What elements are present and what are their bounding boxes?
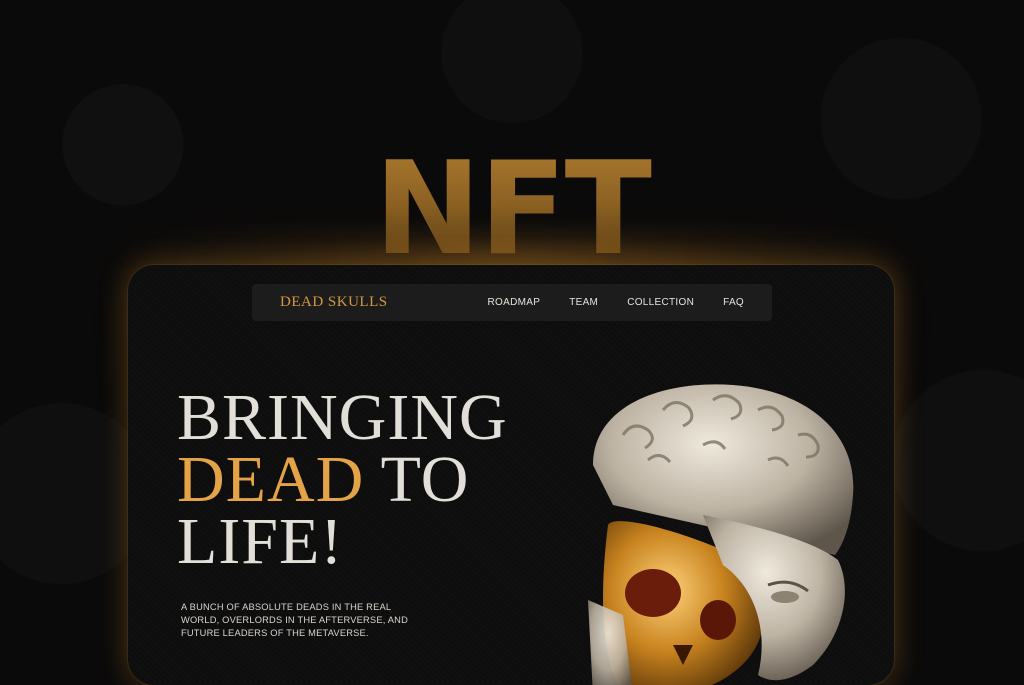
website-mockup: DEAD SKULLS ROADMAP TEAM COLLECTION FAQ … <box>128 265 894 685</box>
nav-link-roadmap[interactable]: ROADMAP <box>488 297 541 308</box>
nav-link-team[interactable]: TEAM <box>569 297 598 308</box>
hero-tagline: A BUNCH OF ABSOLUTE DEADS IN THE REAL WO… <box>181 602 409 638</box>
navbar: DEAD SKULLS ROADMAP TEAM COLLECTION FAQ <box>252 284 772 321</box>
statue-skull-image <box>588 384 854 685</box>
headline-line-2-rest: TO <box>364 443 470 516</box>
nav-link-collection[interactable]: COLLECTION <box>627 297 694 308</box>
hero-headline: BRINGING DEAD TO LIFE! <box>177 385 508 575</box>
brand-logo[interactable]: DEAD SKULLS <box>280 284 388 321</box>
nav-links: ROADMAP TEAM COLLECTION FAQ <box>488 284 744 321</box>
headline-line-3: LIFE! <box>177 505 344 578</box>
nav-link-faq[interactable]: FAQ <box>723 297 744 308</box>
